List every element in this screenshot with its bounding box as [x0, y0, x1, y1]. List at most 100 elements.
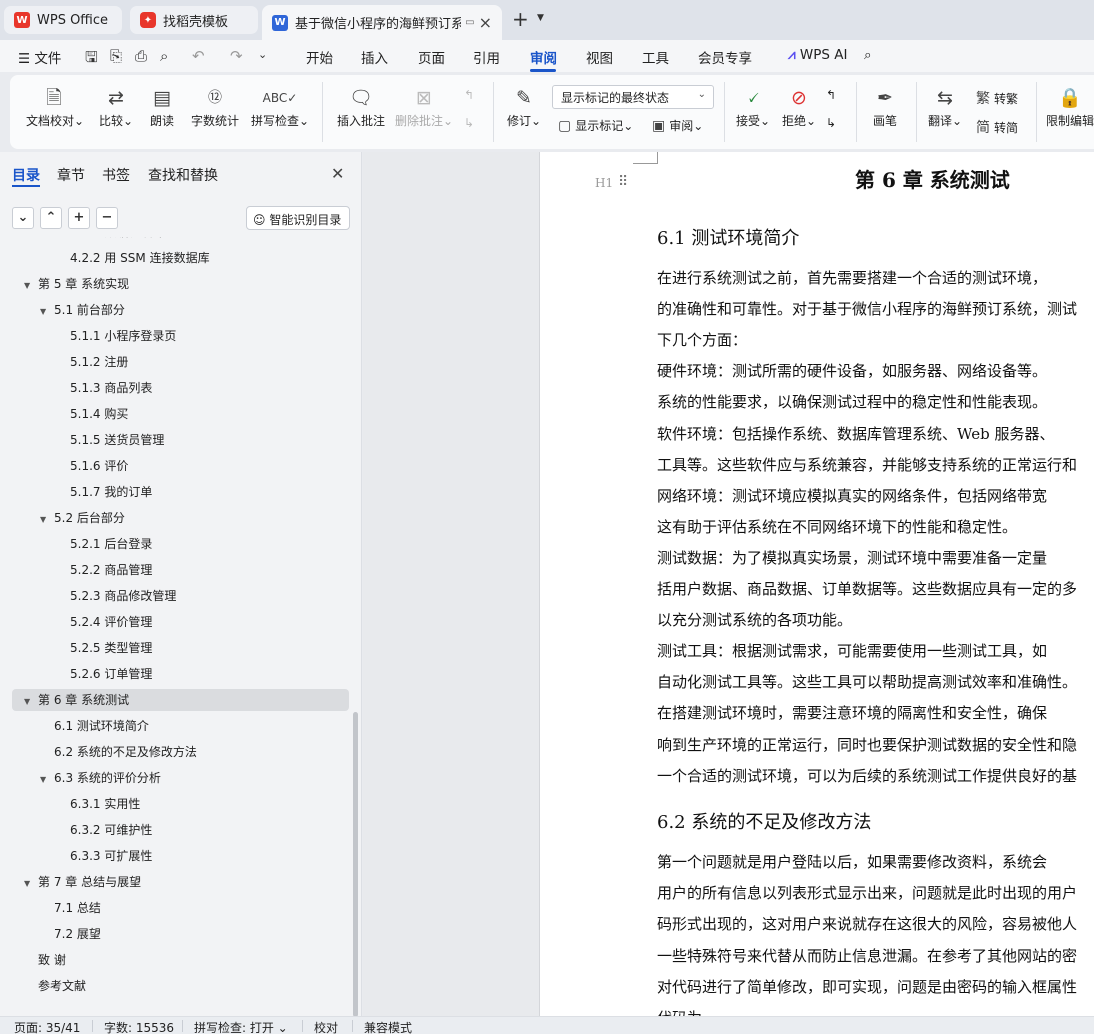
- smart-toc-button[interactable]: ☺ 智能识别目录: [246, 206, 350, 230]
- expand-arrow-icon[interactable]: ▼: [24, 691, 38, 713]
- toc-item[interactable]: 4.2.2 用 SSM 连接数据库: [56, 247, 210, 269]
- toc-item[interactable]: 7.1 总结: [40, 897, 101, 919]
- toc-item[interactable]: 6.1 测试环境简介: [40, 715, 149, 737]
- restrict-edit-button[interactable]: 🔒 限制编辑: [1046, 84, 1094, 129]
- toc-item[interactable]: ▼ 第 6 章 系统测试: [12, 689, 349, 711]
- menu-insert[interactable]: 插入: [361, 47, 388, 67]
- toc-item[interactable]: 5.2.4 评价管理: [56, 611, 152, 633]
- redo-icon[interactable]: ↷: [230, 47, 243, 65]
- toc-item[interactable]: 6.3.3 可扩展性: [56, 845, 152, 867]
- menu-view[interactable]: 视图: [586, 47, 613, 67]
- expand-arrow-icon[interactable]: ▼: [24, 275, 38, 297]
- collapse-all-button[interactable]: ⌃: [40, 207, 62, 229]
- undo-icon[interactable]: ↶: [192, 47, 205, 65]
- to-traditional-button[interactable]: 繁转繁: [976, 88, 1018, 108]
- close-tab-icon[interactable]: ×: [479, 13, 492, 32]
- spell-check-button[interactable]: ABC✓ 拼写检查⌄: [250, 84, 310, 129]
- next-change-icon[interactable]: ↳: [826, 116, 836, 130]
- review-pane-button[interactable]: ▣ 审阅 ⌄: [652, 117, 703, 134]
- toc-item[interactable]: 参考文献: [24, 975, 86, 997]
- menu-page[interactable]: 页面: [418, 47, 445, 67]
- tab-docer-templates[interactable]: ✦ 找稻壳模板: [130, 6, 258, 34]
- toc-item[interactable]: 5.2.5 类型管理: [56, 637, 152, 659]
- to-simplified-button[interactable]: 简转简: [976, 117, 1018, 137]
- chevron-down-icon[interactable]: ⌄: [258, 48, 267, 61]
- share-icon[interactable]: ⎘: [110, 47, 122, 65]
- tab-wps-office[interactable]: W WPS Office: [4, 6, 122, 34]
- toc-item-label: 7.2 展望: [54, 927, 101, 941]
- reject-button[interactable]: ⊘ 拒绝⌄: [780, 84, 818, 129]
- toc-item[interactable]: 6.3.1 实用性: [56, 793, 140, 815]
- print-preview-icon[interactable]: ⌕: [160, 47, 168, 65]
- word-count-button[interactable]: ⑫ 字数统计: [188, 84, 242, 129]
- insert-comment-button[interactable]: 🗨 插入批注: [334, 84, 388, 129]
- menu-start[interactable]: 开始: [306, 47, 333, 67]
- menu-reference[interactable]: 引用: [473, 47, 500, 67]
- close-icon[interactable]: ✕: [331, 164, 344, 183]
- spell-check-indicator[interactable]: 拼写检查: 打开 ⌄: [194, 1019, 288, 1034]
- toc-item[interactable]: 致 谢: [24, 949, 66, 971]
- accept-button[interactable]: 🗸 接受⌄: [734, 84, 772, 129]
- toc-item[interactable]: 5.2.2 商品管理: [56, 559, 152, 581]
- prev-comment-icon[interactable]: ↰: [464, 88, 474, 102]
- expand-arrow-icon[interactable]: ▼: [40, 769, 54, 791]
- toc-item[interactable]: 5.1.5 送货员管理: [56, 429, 164, 451]
- drag-handle-icon[interactable]: ⠿: [618, 174, 628, 190]
- toc-item[interactable]: ▼ 6.3 系统的评价分析: [40, 767, 161, 789]
- next-comment-icon[interactable]: ↳: [464, 116, 474, 130]
- toc-item[interactable]: 5.1.7 我的订单: [56, 481, 152, 503]
- print-icon[interactable]: ⎙: [135, 47, 147, 65]
- chevron-down-icon[interactable]: ▼: [537, 13, 544, 23]
- wps-ai-button[interactable]: ⩘ WPS AI: [788, 47, 848, 63]
- delete-comment-button[interactable]: ⊠ 删除批注⌄: [394, 84, 454, 129]
- proofread-indicator[interactable]: 校对: [314, 1019, 338, 1034]
- save-icon[interactable]: 🖫: [85, 47, 98, 72]
- toc-item[interactable]: 5.1.4 购买: [56, 403, 128, 425]
- toc-scrollbar[interactable]: [353, 712, 358, 1017]
- remove-level-button[interactable]: −: [96, 207, 118, 229]
- add-level-button[interactable]: +: [68, 207, 90, 229]
- toc-item[interactable]: ▼ 第 7 章 总结与展望: [24, 871, 141, 893]
- toc-item[interactable]: 5.2.1 后台登录: [56, 533, 152, 555]
- page-indicator[interactable]: 页面: 35/41: [14, 1019, 80, 1034]
- new-tab-icon[interactable]: +: [512, 9, 529, 29]
- toc-item[interactable]: 5.2.6 订单管理: [56, 663, 152, 685]
- menu-member[interactable]: 会员专享: [698, 47, 752, 67]
- toc-item[interactable]: 5.1.2 注册: [56, 351, 128, 373]
- toc-item[interactable]: 5.1.1 小程序登录页: [56, 325, 176, 347]
- toc-item[interactable]: ▼ 5.2 后台部分: [40, 507, 125, 529]
- show-markup-button[interactable]: ▢ 显示标记 ⌄: [558, 117, 633, 134]
- translate-button[interactable]: ⇆ 翻译⌄: [926, 84, 964, 129]
- word-count-indicator[interactable]: 字数: 15536: [104, 1019, 174, 1034]
- file-menu[interactable]: ☰ 文件: [18, 47, 61, 67]
- pen-button[interactable]: ✒ 画笔: [866, 84, 904, 129]
- toc-item[interactable]: 5.1.3 商品列表: [56, 377, 152, 399]
- menu-tools[interactable]: 工具: [642, 47, 669, 67]
- toc-item[interactable]: 5.1.6 评价: [56, 455, 128, 477]
- nav-tab-bookmarks[interactable]: 书签: [102, 165, 130, 185]
- toc-item[interactable]: 6.2 系统的不足及修改方法: [40, 741, 197, 763]
- prev-change-icon[interactable]: ↰: [826, 88, 836, 102]
- toc-item[interactable]: ▼ 5.1 前台部分: [40, 299, 125, 321]
- read-aloud-button[interactable]: ▤ 朗读: [146, 84, 178, 129]
- expand-arrow-icon[interactable]: ▼: [24, 873, 38, 895]
- revise-button[interactable]: ✎ 修订⌄: [504, 84, 544, 129]
- toc-item[interactable]: 7.2 展望: [40, 923, 101, 945]
- search-icon[interactable]: ⌕: [864, 47, 872, 63]
- nav-tab-chapters[interactable]: 章节: [57, 165, 85, 185]
- tab-current-document[interactable]: W 基于微信小程序的海鲜预订系 ▭ ×: [262, 5, 502, 40]
- expand-arrow-icon[interactable]: ▼: [40, 301, 54, 323]
- toc-item[interactable]: 4.2.1 数据表设计: [56, 237, 164, 243]
- doc-check-button[interactable]: 🗎 文档校对⌄: [26, 84, 84, 129]
- expand-arrow-icon[interactable]: ▼: [40, 509, 54, 531]
- expand-all-button[interactable]: ⌄: [12, 207, 34, 229]
- window-icon[interactable]: ▭: [465, 17, 474, 28]
- menu-review[interactable]: 审阅: [530, 47, 557, 67]
- toc-item[interactable]: 6.3.2 可维护性: [56, 819, 152, 841]
- toc-item[interactable]: ▼ 第 5 章 系统实现: [24, 273, 129, 295]
- nav-tab-find-replace[interactable]: 查找和替换: [148, 165, 218, 185]
- markup-mode-select[interactable]: 显示标记的最终状态 ⌄: [552, 85, 714, 109]
- nav-tab-toc[interactable]: 目录: [12, 165, 40, 185]
- compare-button[interactable]: ⇄ 比较⌄: [96, 84, 136, 129]
- toc-item[interactable]: 5.2.3 商品修改管理: [56, 585, 176, 607]
